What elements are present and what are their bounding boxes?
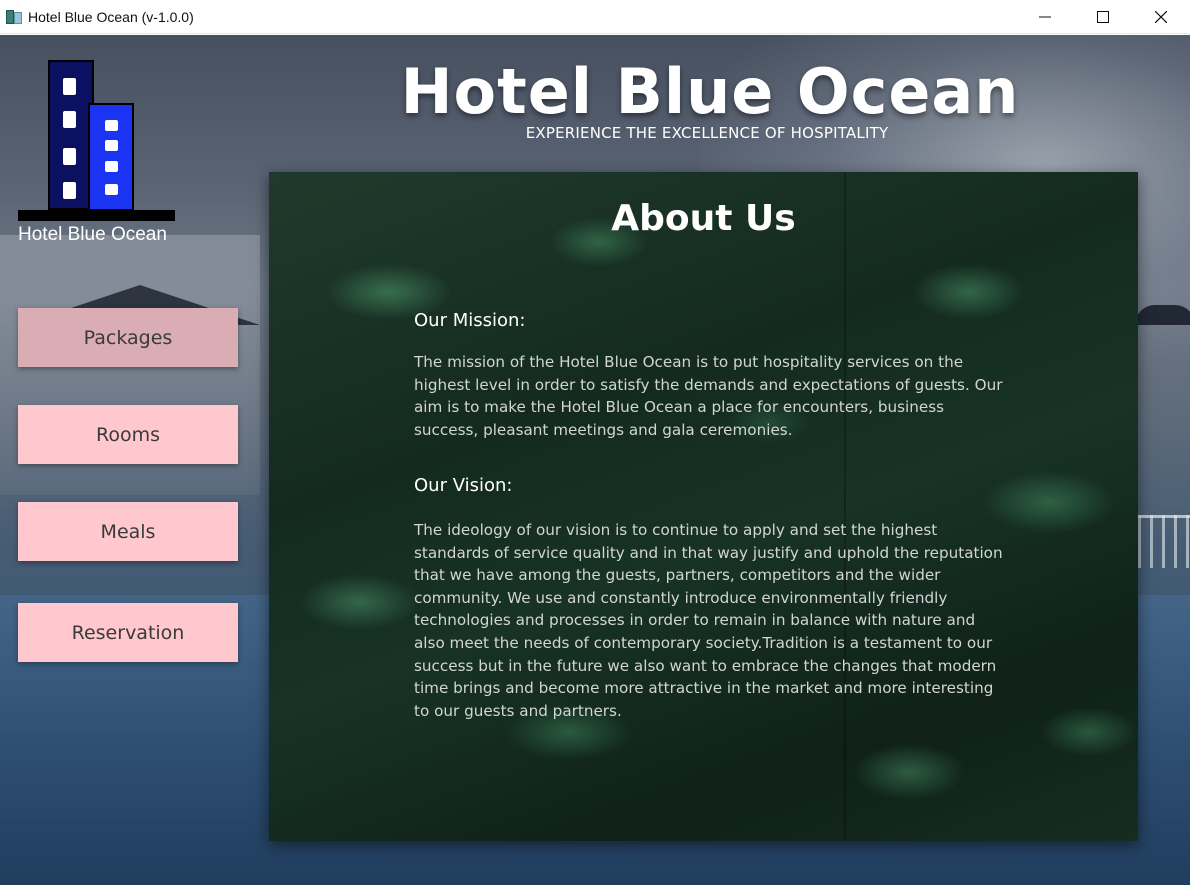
nav-reservation-label: Reservation <box>71 621 185 644</box>
mission-text: The mission of the Hotel Blue Ocean is t… <box>414 353 1003 439</box>
page-title: Hotel Blue Ocean <box>400 55 1020 128</box>
window-title: Hotel Blue Ocean (v-1.0.0) <box>28 8 194 25</box>
background-umbrella <box>1135 305 1190 325</box>
window-controls <box>1016 0 1190 34</box>
logo-text: Hotel Blue Ocean <box>18 224 167 245</box>
logo-tower-front <box>88 103 134 211</box>
logo-base <box>18 210 175 221</box>
window-titlebar: Hotel Blue Ocean (v-1.0.0) <box>0 0 1190 34</box>
app-icon <box>6 9 22 24</box>
close-icon <box>1155 11 1167 23</box>
vision-text: The ideology of our vision is to continu… <box>414 521 1003 720</box>
nav-packages-label: Packages <box>83 326 173 349</box>
nav-meals-button[interactable]: Meals <box>18 502 238 561</box>
about-panel: About Us Our Mission: The mission of the… <box>269 172 1138 841</box>
main-area: Hotel Blue Ocean Packages Rooms Meals Re… <box>0 35 1190 885</box>
maximize-icon <box>1097 11 1109 23</box>
mission-heading: Our Mission: <box>414 310 526 331</box>
background-railing <box>1138 515 1190 568</box>
minimize-icon <box>1039 16 1051 18</box>
page-subtitle: EXPERIENCE THE EXCELLENCE OF HOSPITALITY <box>525 124 889 142</box>
minimize-button[interactable] <box>1016 0 1074 34</box>
nav-rooms-label: Rooms <box>95 423 160 446</box>
hotel-logo: Hotel Blue Ocean <box>18 58 178 248</box>
close-button[interactable] <box>1132 0 1190 34</box>
panel-seam <box>844 172 846 841</box>
nav-reservation-button[interactable]: Reservation <box>18 603 238 662</box>
nav-meals-label: Meals <box>100 520 156 543</box>
about-title: About Us <box>611 198 796 239</box>
nav-rooms-button[interactable]: Rooms <box>18 405 238 464</box>
maximize-button[interactable] <box>1074 0 1132 34</box>
vision-heading: Our Vision: <box>414 475 513 496</box>
nav-packages-button[interactable]: Packages <box>18 308 238 367</box>
